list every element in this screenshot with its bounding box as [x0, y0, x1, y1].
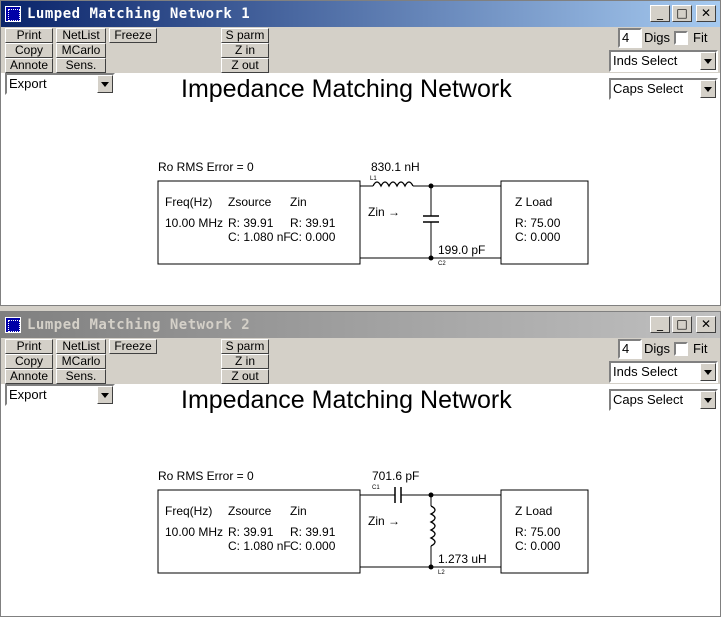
zsource-header: Zsource	[228, 504, 272, 518]
zsource-c: C: 1.080 nF	[228, 539, 291, 553]
zin-header: Zin	[290, 195, 307, 209]
maximize-icon: □	[676, 6, 688, 20]
zin-arrow-label: Zin →	[368, 514, 400, 528]
freeze-button[interactable]: Freeze	[109, 28, 157, 43]
freeze-button[interactable]: Freeze	[109, 339, 157, 354]
title-bar[interactable]: Lumped Matching Network 2 _ □ ✕	[1, 312, 720, 338]
series-ref: L1	[370, 176, 377, 182]
zin-c: C: 0.000	[290, 230, 336, 244]
minimize-icon: _	[657, 6, 663, 20]
zin-header: Zin	[290, 504, 307, 518]
z-in-button[interactable]: Z in	[221, 354, 269, 369]
series-value: 830.1 nH	[371, 160, 420, 174]
minimize-button[interactable]: _	[650, 316, 670, 333]
print-button[interactable]: Print	[5, 339, 53, 354]
window-title: Lumped Matching Network 2	[27, 317, 251, 333]
maximize-icon: □	[676, 317, 688, 331]
circuit-diagram: Ro RMS Error = 0 Freq(Hz) Zsource Zin 10…	[157, 160, 589, 267]
z-out-button[interactable]: Z out	[221, 58, 269, 73]
shunt-value: 199.0 pF	[438, 243, 485, 257]
z-out-button[interactable]: Z out	[221, 369, 269, 384]
sens-button[interactable]: Sens.	[56, 369, 106, 384]
zin-r: R: 39.91	[290, 216, 336, 230]
title-bar[interactable]: Lumped Matching Network 1 _ □ ✕	[1, 1, 720, 27]
inds-select-dropdown[interactable]: Inds Select	[609, 361, 718, 383]
fit-label: Fit	[693, 341, 708, 356]
app-icon[interactable]	[5, 317, 21, 333]
load-title: Z Load	[515, 195, 552, 209]
shunt-ref: C2	[438, 261, 446, 267]
zin-arrow-label: Zin →	[368, 205, 400, 219]
window-title: Lumped Matching Network 1	[27, 6, 251, 22]
shunt-ref: L2	[438, 570, 445, 576]
inductor-l2-symbol	[429, 505, 436, 547]
annote-button[interactable]: Annote	[5, 369, 53, 384]
fit-checkbox[interactable]	[674, 31, 688, 45]
freq-value: 10.00 MHz	[165, 216, 223, 230]
netlist-button[interactable]: NetList	[56, 339, 106, 354]
diagram-area: Export Caps Select Impedance Matching Ne…	[1, 73, 720, 305]
freq-header: Freq(Hz)	[165, 195, 212, 209]
toolbar: Print Copy Annote NetList MCarlo Sens. F…	[1, 27, 720, 73]
annote-button[interactable]: Annote	[5, 58, 53, 73]
digits-input[interactable]: 4	[618, 28, 642, 48]
digits-input[interactable]: 4	[618, 339, 642, 359]
inds-select-value: Inds Select	[613, 364, 678, 379]
digits-label: Digs	[644, 341, 671, 356]
diagram-area: Export Caps Select Impedance Matching Ne…	[1, 384, 720, 616]
rms-error-text: Ro RMS Error = 0	[158, 160, 254, 174]
fit-checkbox[interactable]	[674, 342, 688, 356]
print-button[interactable]: Print	[5, 28, 53, 43]
sens-button[interactable]: Sens.	[56, 58, 106, 73]
freq-value: 10.00 MHz	[165, 525, 223, 539]
close-icon: ✕	[700, 317, 712, 331]
zsource-header: Zsource	[228, 195, 272, 209]
copy-button[interactable]: Copy	[5, 354, 53, 369]
chevron-down-icon[interactable]	[700, 363, 716, 381]
load-r: R: 75.00	[515, 216, 561, 230]
zin-c: C: 0.000	[290, 539, 336, 553]
copy-button[interactable]: Copy	[5, 43, 53, 58]
zin-r: R: 39.91	[290, 525, 336, 539]
mcarlo-button[interactable]: MCarlo	[56, 43, 106, 58]
series-value: 701.6 pF	[372, 469, 419, 483]
close-button[interactable]: ✕	[696, 316, 716, 333]
load-c: C: 0.000	[515, 539, 561, 553]
load-title: Z Load	[515, 504, 552, 518]
digits-label: Digs	[644, 30, 671, 45]
zsource-r: R: 39.91	[228, 216, 274, 230]
zsource-c: C: 1.080 nF	[228, 230, 291, 244]
minimize-button[interactable]: _	[650, 5, 670, 22]
fit-label: Fit	[693, 30, 708, 45]
maximize-button[interactable]: □	[672, 5, 692, 22]
matching-window-2: Lumped Matching Network 2 _ □ ✕ Print Co…	[0, 311, 721, 617]
minimize-icon: _	[657, 317, 663, 331]
inds-select-value: Inds Select	[613, 53, 678, 68]
app-icon[interactable]	[5, 6, 21, 22]
chevron-down-icon[interactable]	[700, 52, 716, 70]
load-c: C: 0.000	[515, 230, 561, 244]
shunt-value: 1.273 uH	[438, 552, 487, 566]
circuit-diagram: Ro RMS Error = 0 Freq(Hz) Zsource Zin 10…	[157, 469, 589, 576]
freq-header: Freq(Hz)	[165, 504, 212, 518]
matching-window-1: Lumped Matching Network 1 _ □ ✕ Print Co…	[0, 0, 721, 306]
close-icon: ✕	[700, 6, 712, 20]
inds-select-dropdown[interactable]: Inds Select	[609, 50, 718, 72]
close-button[interactable]: ✕	[696, 5, 716, 22]
toolbar: Print Copy Annote NetList MCarlo Sens. F…	[1, 338, 720, 384]
zsource-r: R: 39.91	[228, 525, 274, 539]
rms-error-text: Ro RMS Error = 0	[158, 469, 254, 483]
maximize-button[interactable]: □	[672, 316, 692, 333]
s-parm-button[interactable]: S parm	[221, 339, 269, 354]
series-ref: C1	[372, 485, 380, 491]
inductor-l1-symbol	[372, 181, 414, 188]
mcarlo-button[interactable]: MCarlo	[56, 354, 106, 369]
netlist-button[interactable]: NetList	[56, 28, 106, 43]
s-parm-button[interactable]: S parm	[221, 28, 269, 43]
z-in-button[interactable]: Z in	[221, 43, 269, 58]
load-r: R: 75.00	[515, 525, 561, 539]
